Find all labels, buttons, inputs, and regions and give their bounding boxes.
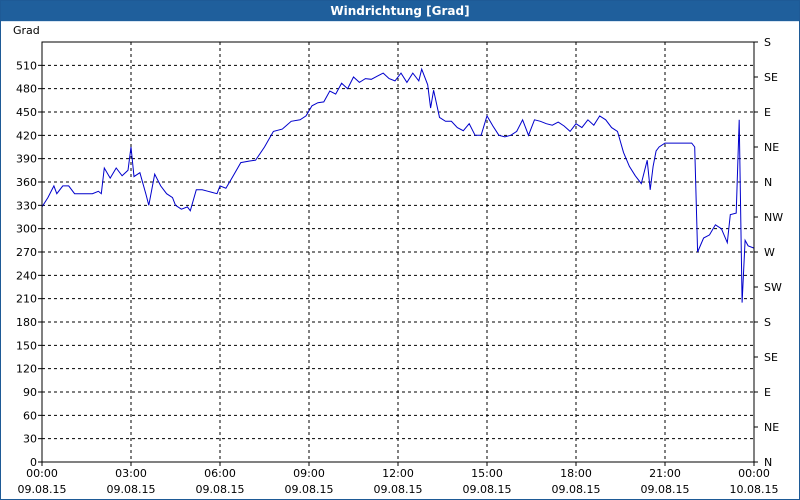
x-tick-time: 06:00 [204,467,236,480]
x-tick-time: 18:00 [560,467,592,480]
y-tick-label: 120 [16,363,37,376]
y-tick-label: 480 [16,83,37,96]
x-tick-date: 10.08.15 [730,483,779,496]
x-tick-date: 09.08.15 [18,483,67,496]
x-tick-date: 09.08.15 [285,483,334,496]
x-tick-date: 09.08.15 [196,483,245,496]
y-axis: 0306090120150180210240270300330360390420… [16,59,42,469]
y-tick-label: 270 [16,246,37,259]
x-tick-time: 00:00 [26,467,58,480]
x-tick-date: 09.08.15 [107,483,156,496]
y-tick-label: 420 [16,129,37,142]
y-tick-label: 390 [16,153,37,166]
y2-tick-label: SE [764,71,778,84]
y-tick-label: 180 [16,316,37,329]
y2-tick-label: SE [764,351,778,364]
y2-tick-label: NE [764,141,779,154]
x-tick-time: 12:00 [382,467,414,480]
y-tick-label: 210 [16,293,37,306]
wind-direction-chart: 0306090120150180210240270300330360390420… [13,24,783,496]
y-tick-label: 360 [16,176,37,189]
y-tick-label: 30 [23,433,37,446]
grid [42,42,754,462]
y2-tick-label: SW [764,281,782,294]
x-tick-time: 03:00 [115,467,147,480]
x-tick-date: 09.08.15 [463,483,512,496]
window-title: Windrichtung [Grad] [1,1,799,22]
x-axis: 00:00 09.08.15 03:00 09.08.15 06:00 09.08.15 0… [18,462,779,496]
y-tick-label: 300 [16,223,37,236]
y-tick-label: 60 [23,409,37,422]
y2-tick-label: W [764,246,775,259]
y-tick-label: 150 [16,339,37,352]
y-tick-label: 330 [16,199,37,212]
y2-tick-label: NE [764,421,779,434]
x-tick-time: 09:00 [293,467,325,480]
y2-tick-label: E [764,106,771,119]
y2-tick-label: N [764,176,772,189]
y-tick-label: 510 [16,59,37,72]
y2-axis: NNEESESSWWNWNNEESES [754,36,783,469]
x-tick-date: 09.08.15 [374,483,423,496]
y-axis-label: Grad [13,24,40,37]
x-tick-time: 21:00 [649,467,681,480]
y-tick-label: 90 [23,386,37,399]
x-tick-date: 09.08.15 [641,483,690,496]
y2-tick-label: S [764,316,771,329]
x-tick-time: 00:00 [738,467,770,480]
y2-tick-label: S [764,36,771,49]
y-tick-label: 240 [16,269,37,282]
x-tick-time: 15:00 [471,467,503,480]
y-tick-label: 450 [16,106,37,119]
y2-tick-label: E [764,386,771,399]
x-tick-date: 09.08.15 [552,483,601,496]
chart-window: Windrichtung [Grad] 0 30 60 90 120 150 180 210 2… [0,0,800,500]
y2-tick-label: NW [764,211,783,224]
